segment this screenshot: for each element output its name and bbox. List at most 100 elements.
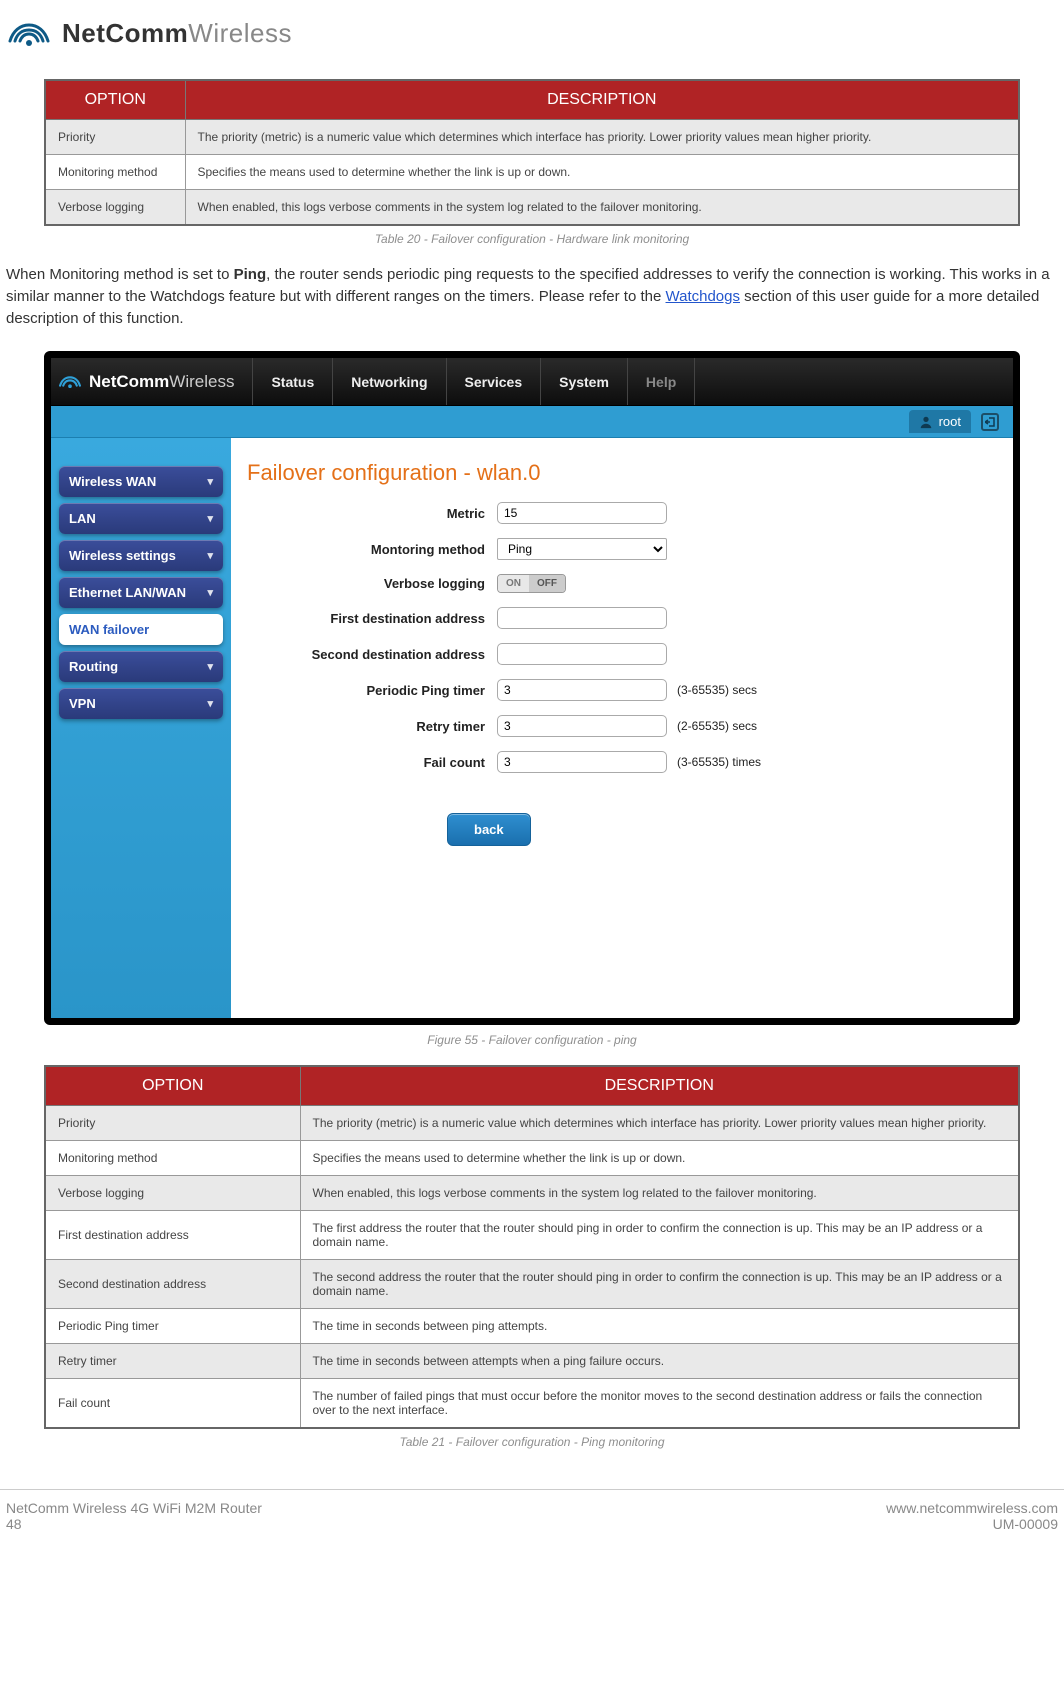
- periodic-ping-timer-input[interactable]: [497, 679, 667, 701]
- second-destination-label: Second destination address: [247, 647, 497, 662]
- brand-logo-text: NetCommWireless: [62, 18, 292, 49]
- chevron-down-icon: ▾: [207, 549, 213, 562]
- option-cell: Fail count: [45, 1379, 300, 1429]
- description-cell: The time in seconds between ping attempt…: [300, 1309, 1019, 1344]
- fail-count-label: Fail count: [247, 755, 497, 770]
- sidebar-item-label: Routing: [69, 659, 118, 674]
- sidebar-item-label: Wireless settings: [69, 548, 176, 563]
- table-20: OPTION DESCRIPTION PriorityThe priority …: [44, 79, 1020, 226]
- user-name: root: [939, 414, 961, 429]
- wifi-icon: [59, 373, 81, 391]
- retry-timer-hint: (2-65535) secs: [677, 719, 757, 733]
- option-cell: Verbose logging: [45, 1176, 300, 1211]
- topbar: NetCommWireless Status Networking Servic…: [51, 358, 1013, 406]
- body-paragraph: When Monitoring method is set to Ping, t…: [6, 264, 1058, 329]
- table-20-wrap: OPTION DESCRIPTION PriorityThe priority …: [44, 79, 1020, 226]
- sidebar-item[interactable]: Routing▾: [59, 651, 223, 682]
- description-cell: The number of failed pings that must occ…: [300, 1379, 1019, 1429]
- brand-logo-icon: [8, 19, 50, 49]
- nav-system[interactable]: System: [540, 358, 627, 405]
- option-cell: Priority: [45, 120, 185, 155]
- table-20-caption: Table 20 - Failover configuration - Hard…: [4, 232, 1060, 246]
- sidebar-item-label: VPN: [69, 696, 96, 711]
- sidebar-item-label: WAN failover: [69, 622, 149, 637]
- description-cell: The priority (metric) is a numeric value…: [300, 1106, 1019, 1141]
- table-row: Monitoring methodSpecifies the means use…: [45, 155, 1019, 190]
- description-cell: When enabled, this logs verbose comments…: [185, 190, 1019, 226]
- verbose-logging-label: Verbose logging: [247, 576, 497, 591]
- description-cell: The time in seconds between attempts whe…: [300, 1344, 1019, 1379]
- footer-url: www.netcommwireless.com: [886, 1500, 1058, 1516]
- table-20-header-description: DESCRIPTION: [185, 80, 1019, 120]
- sidebar-item[interactable]: Ethernet LAN/WAN▾: [59, 577, 223, 608]
- first-destination-input[interactable]: [497, 607, 667, 629]
- fail-count-hint: (3-65535) times: [677, 755, 761, 769]
- toggle-off: OFF: [529, 575, 565, 592]
- page-footer: NetComm Wireless 4G WiFi M2M Router 48 w…: [0, 1489, 1064, 1532]
- sidebar-item-label: Wireless WAN: [69, 474, 156, 489]
- chevron-down-icon: ▾: [207, 475, 213, 488]
- metric-label: Metric: [247, 506, 497, 521]
- nav-networking[interactable]: Networking: [332, 358, 445, 405]
- monitoring-method-select[interactable]: Ping: [497, 538, 667, 560]
- nav-services[interactable]: Services: [446, 358, 541, 405]
- retry-timer-label: Retry timer: [247, 719, 497, 734]
- sidebar-item[interactable]: Wireless WAN ▾: [59, 466, 223, 497]
- table-21: OPTION DESCRIPTION PriorityThe priority …: [44, 1065, 1020, 1429]
- nav-help[interactable]: Help: [627, 358, 695, 405]
- logout-icon[interactable]: [981, 413, 999, 431]
- description-cell: The second address the router that the r…: [300, 1260, 1019, 1309]
- fail-count-input[interactable]: [497, 751, 667, 773]
- router-ui-screenshot: NetCommWireless Status Networking Servic…: [44, 351, 1020, 1025]
- table-row: PriorityThe priority (metric) is a numer…: [45, 1106, 1019, 1141]
- table-row: Monitoring methodSpecifies the means use…: [45, 1141, 1019, 1176]
- current-user[interactable]: root: [909, 410, 971, 433]
- option-cell: Priority: [45, 1106, 300, 1141]
- table-row: Verbose loggingWhen enabled, this logs v…: [45, 190, 1019, 226]
- nav-status[interactable]: Status: [252, 358, 332, 405]
- page-header: NetCommWireless: [0, 10, 1064, 79]
- brand-bold: NetComm: [62, 18, 188, 48]
- table-row: PriorityThe priority (metric) is a numer…: [45, 120, 1019, 155]
- panel-title: Failover configuration - wlan.0: [247, 460, 1013, 486]
- brand-light: Wireless: [188, 18, 292, 48]
- table-row: Periodic Ping timerThe time in seconds b…: [45, 1309, 1019, 1344]
- sidebar-item[interactable]: WAN failover: [59, 614, 223, 645]
- option-cell: Periodic Ping timer: [45, 1309, 300, 1344]
- back-button[interactable]: back: [447, 813, 531, 846]
- table-row: Second destination addressThe second add…: [45, 1260, 1019, 1309]
- option-cell: Retry timer: [45, 1344, 300, 1379]
- sidebar: Wireless WAN▾LAN▾Wireless settings▾Ether…: [51, 438, 231, 1018]
- form-panel: Failover configuration - wlan.0 Metric M…: [231, 438, 1013, 1018]
- chevron-down-icon: ▾: [207, 697, 213, 710]
- para-bold: Ping: [234, 266, 267, 283]
- figure-55-caption: Figure 55 - Failover configuration - pin…: [4, 1033, 1060, 1047]
- description-cell: Specifies the means used to determine wh…: [300, 1141, 1019, 1176]
- verbose-logging-toggle[interactable]: ON OFF: [497, 574, 566, 593]
- toggle-on: ON: [498, 575, 529, 592]
- para-pre: When Monitoring method is set to: [6, 266, 234, 283]
- table-20-header-option: OPTION: [45, 80, 185, 120]
- sidebar-item[interactable]: LAN▾: [59, 503, 223, 534]
- second-destination-input[interactable]: [497, 643, 667, 665]
- sidebar-item-label: Ethernet LAN/WAN: [69, 585, 186, 600]
- description-cell: Specifies the means used to determine wh…: [185, 155, 1019, 190]
- description-cell: When enabled, this logs verbose comments…: [300, 1176, 1019, 1211]
- retry-timer-input[interactable]: [497, 715, 667, 737]
- metric-input[interactable]: [497, 502, 667, 524]
- watchdogs-link[interactable]: Watchdogs: [666, 288, 740, 305]
- monitoring-method-label: Montoring method: [247, 542, 497, 557]
- user-icon: [919, 415, 933, 429]
- footer-product: NetComm Wireless 4G WiFi M2M Router: [6, 1500, 262, 1516]
- sidebar-item[interactable]: VPN ▾: [59, 688, 223, 719]
- option-cell: Second destination address: [45, 1260, 300, 1309]
- sidebar-item-label: LAN: [69, 511, 96, 526]
- table-21-wrap: OPTION DESCRIPTION PriorityThe priority …: [44, 1065, 1020, 1429]
- table-21-caption: Table 21 - Failover configuration - Ping…: [4, 1435, 1060, 1449]
- periodic-ping-timer-label: Periodic Ping timer: [247, 683, 497, 698]
- periodic-ping-timer-hint: (3-65535) secs: [677, 683, 757, 697]
- sidebar-item[interactable]: Wireless settings ▾: [59, 540, 223, 571]
- first-destination-label: First destination address: [247, 611, 497, 626]
- table-row: Verbose loggingWhen enabled, this logs v…: [45, 1176, 1019, 1211]
- description-cell: The first address the router that the ro…: [300, 1211, 1019, 1260]
